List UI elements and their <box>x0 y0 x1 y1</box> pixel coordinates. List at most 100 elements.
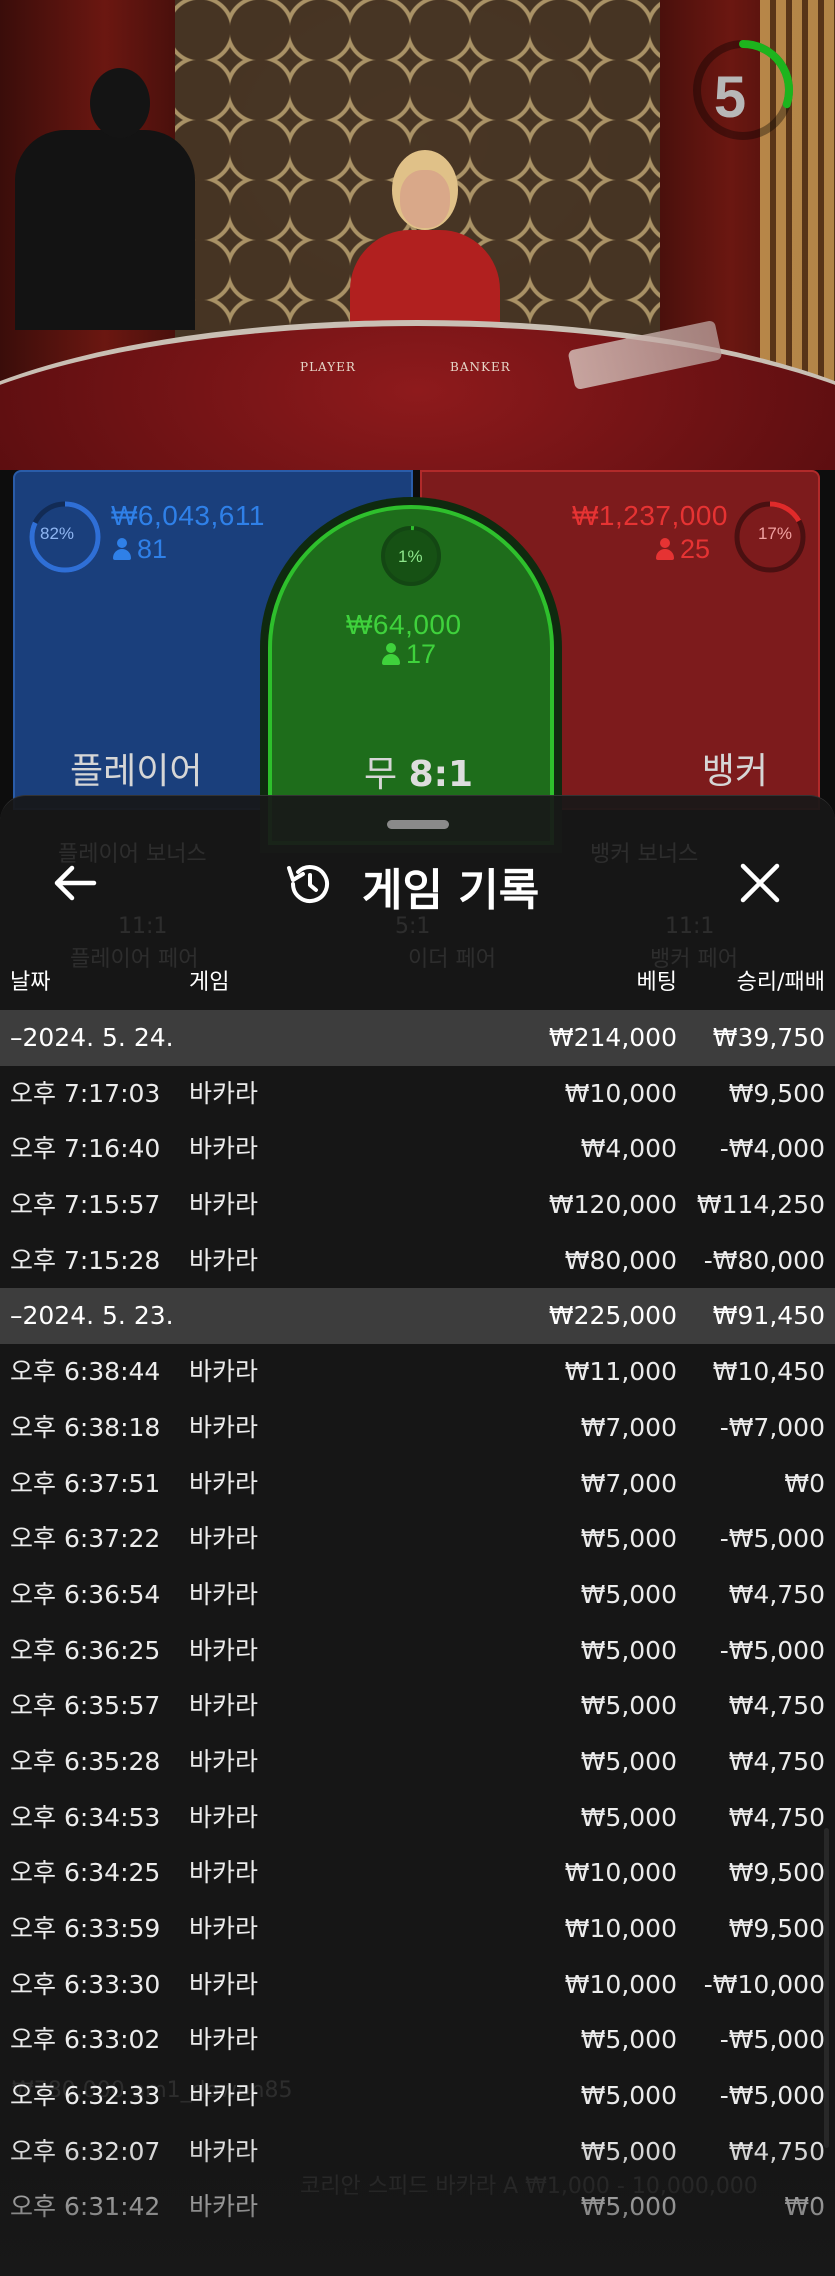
row-game: 바카라 <box>189 1357 259 1387</box>
row-bet: ₩11,000 <box>564 1357 677 1387</box>
history-row[interactable]: 오후 6:36:54 바카라 ₩5,000 ₩4,750 <box>0 1567 835 1623</box>
history-row[interactable]: 오후 7:15:28 바카라 ₩80,000 -₩80,000 <box>0 1233 835 1289</box>
row-bet: ₩10,000 <box>564 1858 677 1888</box>
game-history-sheet: 플레이어 보너스 뱅커 보너스 11:1 5:1 11:1 플레이어 페어 이더… <box>0 795 835 2276</box>
history-row[interactable]: 오후 6:33:59 바카라 ₩10,000 ₩9,500 <box>0 1901 835 1957</box>
row-time: 오후 6:34:25 <box>10 1858 161 1888</box>
row-bet: ₩5,000 <box>580 2025 677 2055</box>
history-row[interactable]: 오후 6:35:57 바카라 ₩5,000 ₩4,750 <box>0 1678 835 1734</box>
row-game: 바카라 <box>189 1524 259 1554</box>
history-row[interactable]: 오후 6:31:42 바카라 ₩5,000 ₩0 <box>0 2179 835 2235</box>
tie-percent: 1% <box>398 547 423 566</box>
back-arrow-icon[interactable] <box>50 858 100 908</box>
row-game: 바카라 <box>189 1078 259 1108</box>
history-row[interactable]: 오후 6:33:02 바카라 ₩5,000 -₩5,000 <box>0 2012 835 2068</box>
row-time: 오후 6:32:07 <box>10 2136 161 2166</box>
row-game: 바카라 <box>189 2136 259 2166</box>
group-total-bet: ₩225,000 <box>548 1301 677 1331</box>
history-list[interactable]: –2024. 5. 24. ₩214,000 ₩39,750 오후 7:17:03 바카… <box>0 1010 835 2235</box>
date-group-label: –2024. 5. 23. <box>10 1301 174 1331</box>
history-row[interactable]: 오후 6:34:53 바카라 ₩5,000 ₩4,750 <box>0 1790 835 1846</box>
row-time: 오후 6:35:28 <box>10 1746 161 1776</box>
row-bet: ₩10,000 <box>564 1914 677 1943</box>
ghost-banker-bonus: 뱅커 보너스 <box>590 842 699 867</box>
row-bet: ₩5,000 <box>580 1746 677 1776</box>
row-bet: ₩5,000 <box>580 1691 677 1721</box>
row-bet: ₩120,000 <box>548 1190 677 1220</box>
row-game: 바카라 <box>189 1134 259 1164</box>
sheet-title: 게임 기록 <box>362 865 540 916</box>
history-row[interactable]: 오후 6:34:25 바카라 ₩10,000 ₩9,500 <box>0 1845 835 1901</box>
banker-label: 뱅커 <box>701 751 768 792</box>
ghost-player-pair: 플레이어 페어 <box>70 947 199 972</box>
row-result: ₩4,750 <box>728 1746 825 1776</box>
row-game: 바카라 <box>189 1914 259 1943</box>
row-bet: ₩80,000 <box>564 1245 677 1275</box>
history-row[interactable]: 오후 6:38:44 바카라 ₩11,000 ₩10,450 <box>0 1344 835 1400</box>
row-result: ₩4,750 <box>728 1802 825 1832</box>
row-time: 오후 6:37:51 <box>10 1468 161 1498</box>
history-row[interactable]: 오후 7:15:57 바카라 ₩120,000 ₩114,250 <box>0 1177 835 1233</box>
row-time: 오후 7:17:03 <box>10 1078 161 1108</box>
column-header-result: 승리/패배 <box>736 970 825 995</box>
player-label: 플레이어 <box>70 751 203 792</box>
date-group-row[interactable]: –2024. 5. 24. ₩214,000 ₩39,750 <box>0 1010 835 1066</box>
row-game: 바카라 <box>189 2025 259 2055</box>
date-group-row[interactable]: –2024. 5. 23. ₩225,000 ₩91,450 <box>0 1288 835 1345</box>
row-result: -₩5,000 <box>719 2025 825 2055</box>
row-time: 오후 6:34:53 <box>10 1802 161 1832</box>
column-header-game: 게임 <box>189 970 230 995</box>
row-result: -₩5,000 <box>719 2081 825 2111</box>
row-result: -₩7,000 <box>719 1412 825 1442</box>
history-row[interactable]: 오후 6:36:25 바카라 ₩5,000 -₩5,000 <box>0 1623 835 1679</box>
history-row[interactable]: 오후 7:17:03 바카라 ₩10,000 ₩9,500 <box>0 1066 835 1122</box>
row-result: -₩80,000 <box>703 1245 825 1275</box>
row-game: 바카라 <box>189 1468 259 1498</box>
row-bet: ₩5,000 <box>580 1635 677 1665</box>
row-time: 오후 6:33:02 <box>10 2025 161 2055</box>
row-time: 오후 6:31:42 <box>10 2192 161 2222</box>
row-bet: ₩5,000 <box>580 2081 677 2111</box>
row-result: -₩10,000 <box>703 1969 825 1999</box>
row-game: 바카라 <box>189 1802 259 1832</box>
tie-label: 무 8:1 <box>364 745 473 797</box>
history-row[interactable]: 오후 6:35:28 바카라 ₩5,000 ₩4,750 <box>0 1734 835 1790</box>
row-bet: ₩7,000 <box>580 1412 677 1442</box>
history-row[interactable]: 오후 7:16:40 바카라 ₩4,000 -₩4,000 <box>0 1121 835 1177</box>
row-time: 오후 6:35:57 <box>10 1691 161 1721</box>
tie-bet-amount: ₩64,000 <box>346 609 462 640</box>
row-game: 바카라 <box>189 1190 259 1220</box>
row-result: ₩0 <box>784 1468 825 1498</box>
scrollbar[interactable] <box>824 1828 829 2148</box>
row-result: ₩4,750 <box>728 1691 825 1721</box>
history-row[interactable]: 오후 6:32:33 바카라 ₩5,000 -₩5,000 <box>0 2068 835 2124</box>
row-result: ₩9,500 <box>728 1914 825 1943</box>
history-row[interactable]: 오후 6:32:07 바카라 ₩5,000 ₩4,750 <box>0 2124 835 2180</box>
person-icon <box>382 643 400 665</box>
ghost-banker-pair-odds: 11:1 <box>665 914 715 939</box>
row-game: 바카라 <box>189 2081 259 2111</box>
sheet-drag-handle[interactable] <box>387 820 449 829</box>
row-bet: ₩4,000 <box>580 1134 677 1164</box>
group-total-bet: ₩214,000 <box>548 1023 677 1052</box>
row-game: 바카라 <box>189 1245 259 1275</box>
close-icon[interactable] <box>735 858 785 908</box>
tie-payout: 8:1 <box>408 754 474 795</box>
row-bet: ₩5,000 <box>580 1524 677 1554</box>
history-row[interactable]: 오후 6:37:22 바카라 ₩5,000 -₩5,000 <box>0 1511 835 1567</box>
row-time: 오후 6:36:54 <box>10 1579 161 1609</box>
countdown-timer: 5 <box>713 65 747 130</box>
history-row[interactable]: 오후 6:33:30 바카라 ₩10,000 -₩10,000 <box>0 1957 835 2013</box>
row-time: 오후 7:15:57 <box>10 1190 161 1220</box>
ghost-either-pair: 이더 페어 <box>408 947 496 972</box>
row-game: 바카라 <box>189 1579 259 1609</box>
group-total-result: ₩39,750 <box>712 1023 825 1052</box>
player-percent: 82% <box>40 524 75 543</box>
ghost-player-pair-odds: 11:1 <box>118 914 168 939</box>
history-row[interactable]: 오후 6:37:51 바카라 ₩7,000 ₩0 <box>0 1456 835 1512</box>
tie-bet-spot[interactable]: 1% ₩64,000 17 무 8:1 <box>268 505 554 845</box>
row-bet: ₩10,000 <box>564 1969 677 1999</box>
history-row[interactable]: 오후 6:38:18 바카라 ₩7,000 -₩7,000 <box>0 1400 835 1456</box>
felt-label-player: PLAYER <box>300 360 356 374</box>
row-time: 오후 6:38:18 <box>10 1412 161 1442</box>
